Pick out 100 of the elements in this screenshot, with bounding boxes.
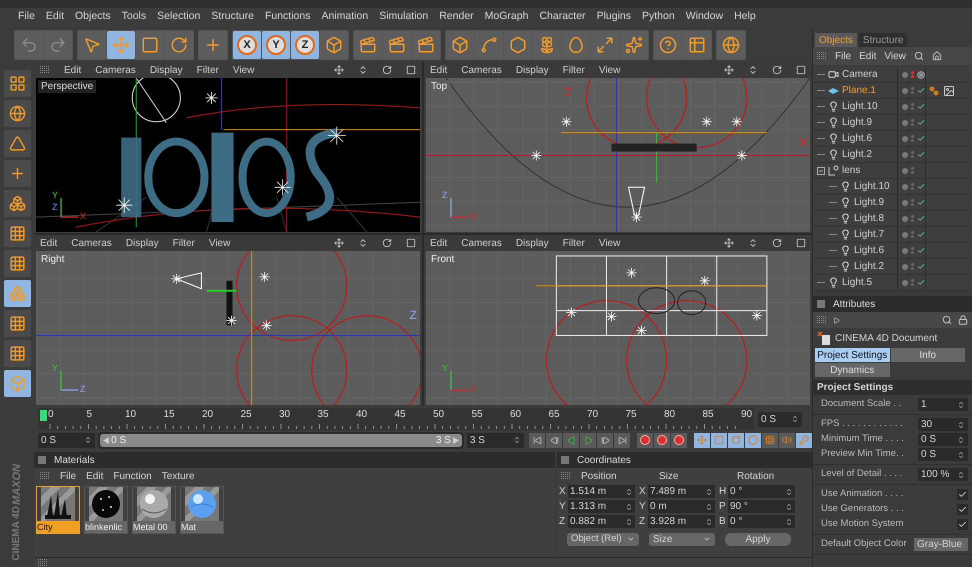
spinner-icon[interactable]	[785, 488, 793, 496]
toolbar-button[interactable]	[165, 31, 193, 59]
viewport-menu-item[interactable]: View	[232, 62, 254, 78]
mode-button[interactable]	[4, 280, 30, 307]
zoom-icon[interactable]	[358, 65, 368, 75]
spinner-icon[interactable]	[625, 518, 633, 526]
object-name[interactable]: lens	[842, 163, 860, 178]
toolbar-button[interactable]	[412, 31, 440, 59]
color-dropdown[interactable]: Gray-Blue	[914, 538, 968, 551]
viewport-menu-item[interactable]: Display	[516, 62, 549, 78]
playback-button[interactable]	[614, 432, 630, 448]
maximize-icon[interactable]	[406, 65, 416, 75]
toolbar-button[interactable]	[136, 31, 164, 59]
search-icon[interactable]	[914, 51, 924, 61]
tree-row[interactable]: Light.5	[813, 275, 972, 291]
panel-tab[interactable]: Structure	[858, 33, 908, 47]
object-name[interactable]: Light.7	[854, 227, 884, 242]
key-mode-button[interactable]	[762, 432, 778, 448]
viewport-menu-item[interactable]: Cameras	[95, 62, 136, 78]
pan-icon[interactable]	[724, 238, 734, 248]
coordinate-field[interactable]: 7.489 m	[648, 485, 715, 498]
toolbar-button[interactable]	[562, 31, 590, 59]
menu-item[interactable]: Structure	[211, 9, 254, 25]
spinner-icon[interactable]	[957, 420, 965, 428]
menu-item[interactable]: Selection	[157, 9, 200, 25]
home-icon[interactable]	[932, 51, 942, 61]
viewport-menu-item[interactable]: Edit	[430, 62, 448, 78]
enabled-check-icon[interactable]	[916, 86, 925, 95]
spinner-icon[interactable]	[791, 415, 799, 423]
mode-button[interactable]	[4, 130, 30, 157]
pan-icon[interactable]	[334, 65, 344, 75]
spinner-icon[interactable]	[625, 502, 633, 510]
render-dots-icon[interactable]	[911, 167, 914, 174]
viewport-menu-item[interactable]: Filter	[172, 236, 195, 250]
viewport-menu-item[interactable]: View	[598, 62, 620, 78]
tree-row[interactable]: Plane.1	[813, 83, 972, 99]
toolbar-button[interactable]	[78, 31, 106, 59]
mode-button[interactable]	[4, 250, 30, 277]
playback-button[interactable]	[546, 432, 562, 448]
checkbox[interactable]	[957, 504, 968, 515]
coordinate-field[interactable]: 1.514 m	[568, 485, 635, 498]
enabled-check-icon[interactable]	[916, 214, 925, 223]
object-name[interactable]: Light.5	[842, 275, 872, 290]
toolbar-button[interactable]	[199, 31, 227, 59]
panel-menu-item[interactable]: Function	[113, 468, 152, 484]
apply-button[interactable]: Apply	[725, 532, 791, 546]
texture-tag-icon[interactable]	[943, 84, 955, 96]
menu-item[interactable]: Plugins	[596, 9, 632, 25]
key-mode-button[interactable]	[694, 432, 710, 448]
object-name[interactable]: Camera	[842, 67, 878, 82]
render-dots-icon[interactable]	[910, 87, 914, 94]
render-dots-icon[interactable]	[910, 231, 914, 238]
coordinate-field[interactable]: 0.882 m	[568, 515, 635, 528]
checkbox[interactable]	[957, 489, 968, 500]
toolbar-button[interactable]: Y	[262, 31, 290, 59]
viewport-menu-item[interactable]: View	[598, 236, 620, 250]
coordinate-field[interactable]: 0 m	[648, 500, 715, 513]
tree-row[interactable]: Light.6	[813, 243, 972, 259]
end-time-field[interactable]: 3 S	[466, 432, 524, 448]
start-time-field[interactable]: 0 S	[38, 432, 96, 448]
spinner-icon[interactable]	[705, 518, 713, 526]
mode-button[interactable]	[4, 340, 30, 367]
record-button[interactable]	[654, 432, 670, 448]
number-field[interactable]: 1	[918, 398, 968, 411]
toolbar-button[interactable]	[504, 31, 532, 59]
panel-toggle[interactable]	[561, 456, 569, 464]
material-swatch[interactable]: Mat	[180, 486, 224, 534]
tree-row[interactable]: Light.7	[813, 227, 972, 243]
number-field[interactable]: 30	[918, 418, 968, 431]
tree-row[interactable]: Light.2	[813, 147, 972, 163]
mode-button[interactable]	[4, 160, 30, 187]
menu-item[interactable]: Objects	[75, 9, 111, 25]
object-name[interactable]: Light.10	[854, 179, 890, 194]
key-mode-button[interactable]	[711, 432, 728, 448]
playback-button[interactable]	[529, 432, 546, 448]
orbit-icon[interactable]	[772, 238, 782, 248]
number-field[interactable]: 0 S	[918, 433, 968, 446]
orbit-icon[interactable]	[382, 238, 392, 248]
spinner-icon[interactable]	[84, 436, 92, 444]
render-dots-icon[interactable]	[910, 103, 914, 110]
viewport-menu-item[interactable]: Display	[126, 236, 159, 250]
tree-row[interactable]: Light.8	[813, 211, 972, 227]
enabled-check-icon[interactable]	[916, 262, 925, 271]
menu-item[interactable]: Edit	[46, 9, 64, 25]
play-icon[interactable]	[833, 316, 840, 324]
material-swatch[interactable]: City	[36, 486, 80, 534]
toolbar-button[interactable]	[620, 31, 648, 59]
render-dots-icon[interactable]	[910, 183, 914, 190]
render-dots-icon[interactable]	[910, 215, 914, 222]
spinner-icon[interactable]	[785, 518, 793, 526]
viewport-menu-item[interactable]: Display	[516, 236, 549, 250]
menu-item[interactable]: MoGraph	[484, 9, 528, 25]
panel-toggle[interactable]	[817, 300, 825, 308]
viewport-menu-item[interactable]: Edit	[64, 62, 82, 78]
panel-menu-item[interactable]: View	[884, 48, 906, 64]
object-name[interactable]: Light.10	[842, 99, 878, 114]
tree-row[interactable]: Light.2	[813, 259, 972, 275]
playback-button[interactable]	[580, 432, 596, 448]
object-name[interactable]: Plane.1	[842, 83, 876, 98]
pan-icon[interactable]	[724, 65, 734, 75]
